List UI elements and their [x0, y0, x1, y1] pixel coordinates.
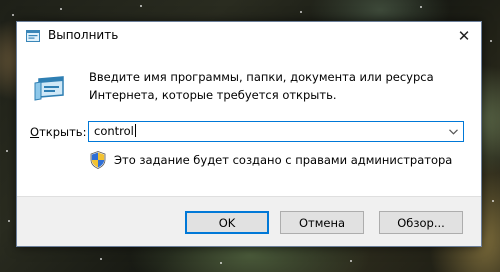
star-decoration: [492, 200, 494, 202]
dropdown-button[interactable]: [444, 122, 463, 141]
close-button[interactable]: ✕: [447, 22, 481, 50]
text-caret: [134, 124, 136, 137]
chevron-down-icon: [449, 128, 458, 135]
open-label-accesskey: О: [30, 125, 40, 139]
star-decoration: [60, 8, 62, 10]
star-decoration: [8, 220, 10, 222]
ok-button[interactable]: OK: [185, 211, 269, 234]
star-decoration: [420, 6, 422, 8]
star-decoration: [6, 150, 8, 152]
title-bar[interactable]: Выполнить ✕: [17, 22, 481, 50]
star-decoration: [300, 11, 302, 13]
star-decoration: [220, 262, 222, 264]
admin-notice: Это задание будет создано с правами адми…: [114, 153, 453, 167]
star-decoration: [140, 5, 142, 7]
browse-button[interactable]: Обзор...: [379, 211, 463, 234]
run-icon: [26, 30, 40, 42]
open-combobox[interactable]: control: [88, 121, 464, 142]
star-decoration: [100, 258, 102, 260]
close-icon: ✕: [457, 27, 471, 45]
cancel-button[interactable]: Отмена: [280, 211, 364, 234]
uac-shield-icon: [90, 151, 106, 169]
star-decoration: [12, 14, 14, 16]
open-label-text: ткрыть:: [39, 125, 87, 139]
open-label: Открыть:: [30, 125, 86, 139]
star-decoration: [490, 40, 492, 42]
star-decoration: [350, 260, 352, 262]
description-line: Интернета, которые требуется открыть.: [89, 88, 337, 102]
button-bar: OK Отмена Обзор...: [17, 196, 481, 246]
open-input-value: control: [94, 124, 134, 138]
description-line: Введите имя программы, папки, документа …: [89, 70, 434, 84]
window-title: Выполнить: [48, 28, 119, 42]
dialog-description: Введите имя программы, папки, документа …: [89, 68, 459, 104]
open-input[interactable]: control: [94, 124, 136, 138]
run-dialog: Выполнить ✕ Введите имя программы, папки…: [16, 21, 482, 247]
run-app-icon: [34, 76, 64, 101]
